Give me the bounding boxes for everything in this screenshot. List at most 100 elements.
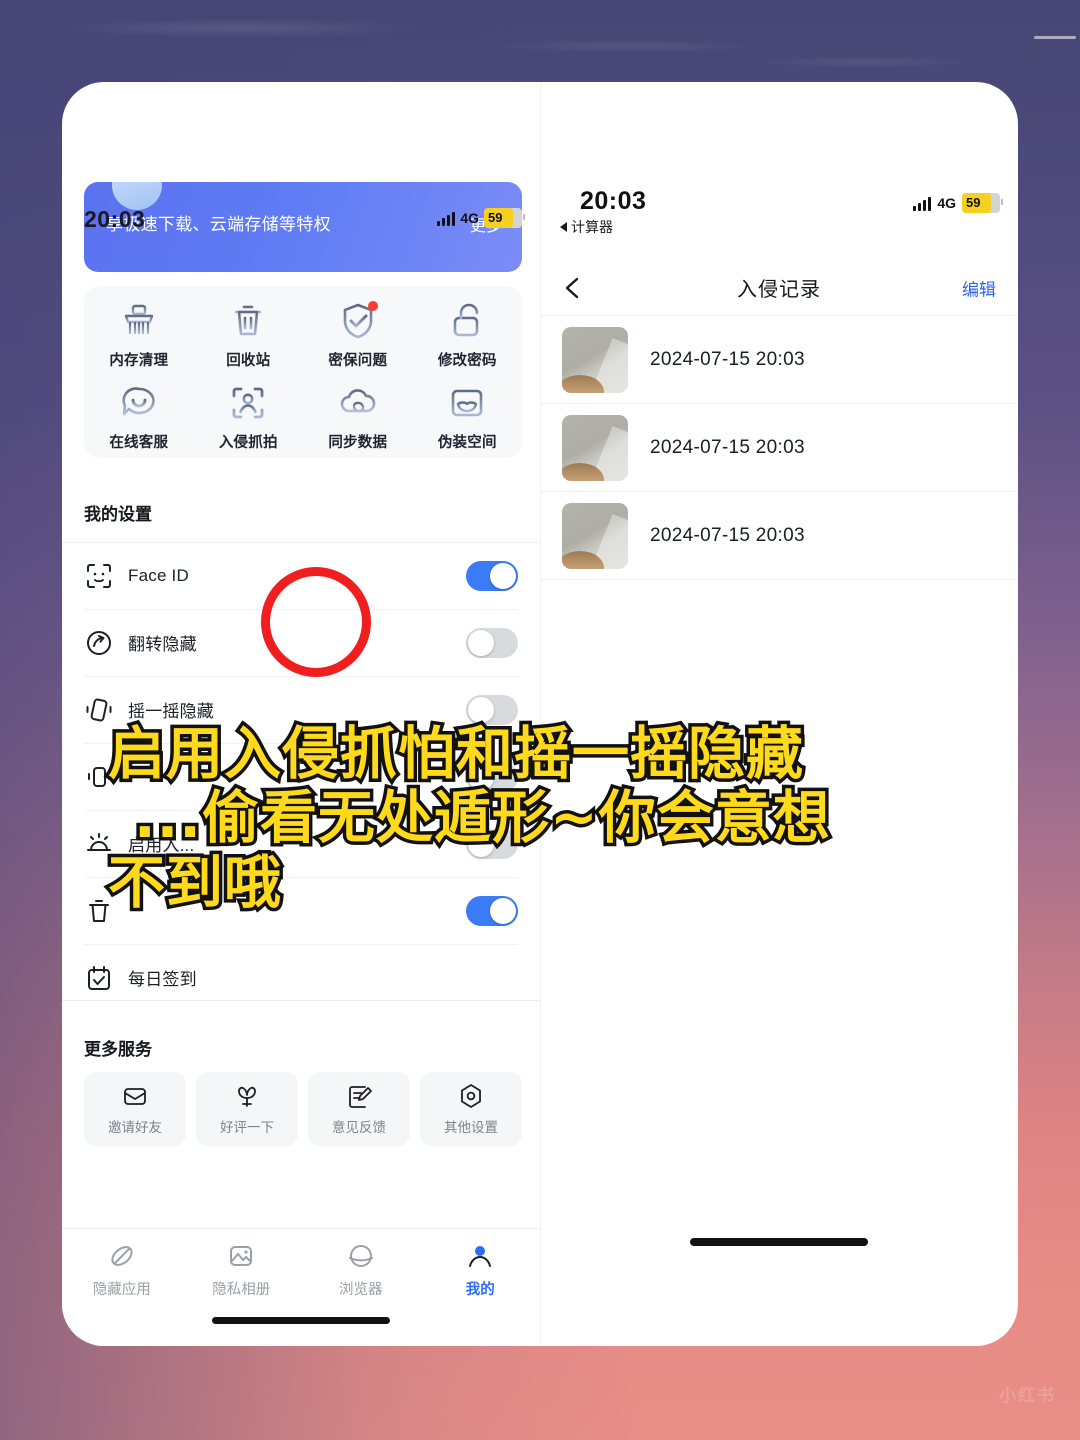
tab-label: 隐私相册 — [212, 1282, 271, 1298]
promo-avatar — [112, 182, 162, 210]
more-item-feedback[interactable]: 意见反馈 — [308, 1072, 410, 1146]
chevron-left-icon[interactable] — [560, 275, 586, 301]
intrusion-nav-bar: 入侵记录 编辑 — [540, 260, 1018, 316]
more-item-rate-app[interactable]: 好评一下 — [196, 1072, 298, 1146]
caption-line-3: 不到哦 — [105, 847, 285, 919]
cloud-sync-icon — [337, 382, 379, 424]
quick-action-change-password[interactable]: 修改密码 — [413, 300, 523, 370]
quick-action-memory-clean[interactable]: 内存清理 — [84, 300, 194, 370]
setting-toggle-face-id[interactable] — [466, 560, 518, 591]
right-home-indicator — [690, 1238, 868, 1246]
quick-actions-grid: 内存清理 回收站 密保问题 修改密码 在线客服 入侵抓拍 同步数据 伪装空间 — [84, 286, 522, 458]
more-item-label: 邀请好友 — [108, 1120, 162, 1135]
left-tab-bar: 隐藏应用 隐私相册 浏览器 我的 — [62, 1228, 540, 1346]
promo-banner-action[interactable]: 更多 — [470, 212, 502, 236]
more-item-invite-friends[interactable]: 邀请好友 — [84, 1072, 186, 1146]
left-phone-screen: 享极速下载、云端存储等特权 更多 20:03 4G 59 内存清理 回收站 密保… — [62, 82, 540, 1346]
more-item-other-settings[interactable]: 其他设置 — [420, 1072, 522, 1146]
quick-action-label: 修改密码 — [437, 353, 497, 369]
tab-profile[interactable]: 我的 — [421, 1229, 541, 1346]
edit-button[interactable]: 编辑 — [962, 275, 996, 300]
quick-grid-row-2: 在线客服 入侵抓拍 同步数据 伪装空间 — [84, 382, 522, 452]
right-status-indicators: 4G 59 — [913, 193, 1003, 213]
quick-action-label: 内存清理 — [109, 353, 169, 369]
quick-action-security-question[interactable]: 密保问题 — [303, 300, 413, 370]
promo-banner-text: 享极速下载、云端存储等特权 — [106, 215, 331, 234]
caption-line-2: ...偷看无处遁形~你会意想 — [131, 782, 834, 854]
triangle-left-icon — [560, 222, 567, 232]
quick-action-label: 入侵抓拍 — [218, 435, 278, 451]
left-home-indicator — [212, 1317, 390, 1324]
more-services-grid: 邀请好友 好评一下 意见反馈 其他设置 — [84, 1072, 522, 1146]
back-to-app-label: 计算器 — [571, 219, 613, 235]
network-type-label: 4G — [937, 195, 956, 211]
face-id-icon — [84, 561, 114, 591]
back-to-app-indicator[interactable]: 计算器 — [560, 217, 613, 237]
unlock-icon — [446, 300, 488, 342]
tab-label: 我的 — [465, 1282, 495, 1298]
shield-check-icon — [337, 300, 379, 342]
profile-icon — [465, 1241, 495, 1271]
face-capture-icon — [227, 382, 269, 424]
notification-badge-dot — [367, 301, 378, 311]
more-item-label: 好评一下 — [220, 1120, 274, 1135]
hex-gear-icon — [457, 1082, 485, 1110]
rotate-hide-icon — [84, 628, 114, 658]
setting-row-label: Face ID — [128, 565, 189, 585]
caption-overlay: 启用入侵抓怕和摇一摇隐藏 ...偷看无处遁形~你会意想 不到哦 — [105, 718, 1008, 919]
right-status-time: 20:03 — [580, 187, 647, 215]
intruder-photo-thumbnail[interactable] — [562, 503, 628, 569]
tab-label: 隐藏应用 — [92, 1282, 151, 1298]
shake-phone-icon — [84, 695, 114, 725]
caption-line-1: 启用入侵抓怕和摇一摇隐藏 — [105, 718, 807, 790]
private-album-icon — [226, 1241, 256, 1271]
battery-indicator: 59 — [962, 193, 1003, 213]
tab-private-album[interactable]: 隐私相册 — [182, 1229, 302, 1346]
envelope-icon — [121, 1082, 149, 1110]
tab-hidden-apps[interactable]: 隐藏应用 — [62, 1229, 182, 1346]
browser-icon — [346, 1241, 376, 1271]
setting-row-label: 翻转隐藏 — [128, 635, 197, 654]
chat-smile-icon — [118, 382, 160, 424]
quick-action-label: 在线客服 — [109, 435, 169, 451]
setting-toggle-shake-hide[interactable] — [466, 694, 518, 725]
dual-phone-panes: 享极速下载、云端存储等特权 更多 20:03 4G 59 内存清理 回收站 密保… — [62, 82, 1018, 1346]
settings-section-heading: 我的设置 — [84, 505, 152, 524]
table-row[interactable]: 2024-07-15 20:03 — [540, 404, 1018, 492]
quick-action-sync-data[interactable]: 同步数据 — [303, 382, 413, 452]
background-watermark: 小红书 — [999, 1386, 1056, 1405]
calendar-check-icon — [84, 963, 114, 993]
background-dash-mark — [1034, 36, 1076, 39]
flower-icon — [233, 1082, 261, 1110]
intruder-photo-thumbnail[interactable] — [562, 415, 628, 481]
intruder-photo-thumbnail[interactable] — [562, 327, 628, 393]
tab-browser[interactable]: 浏览器 — [301, 1229, 421, 1346]
broom-icon — [118, 300, 160, 342]
quick-action-disguise-space[interactable]: 伪装空间 — [413, 382, 523, 452]
tab-label: 浏览器 — [339, 1282, 383, 1298]
promo-banner[interactable]: 享极速下载、云端存储等特权 更多 — [84, 182, 522, 272]
quick-action-online-support[interactable]: 在线客服 — [84, 382, 194, 452]
table-row[interactable]: 2024-07-15 20:03 — [540, 316, 1018, 404]
more-item-label: 其他设置 — [444, 1120, 498, 1135]
right-phone-screen: 20:03 计算器 4G 59 入侵记录 编辑 2024-07-15 20:03… — [540, 82, 1018, 1346]
more-item-label: 意见反馈 — [332, 1120, 386, 1135]
setting-toggle-flip-hide[interactable] — [466, 627, 518, 658]
quick-action-label: 伪装空间 — [437, 435, 497, 451]
trash-icon — [227, 300, 269, 342]
quick-action-label: 同步数据 — [328, 435, 388, 451]
table-row[interactable]: 2024-07-15 20:03 — [540, 492, 1018, 580]
record-datetime: 2024-07-15 20:03 — [650, 437, 805, 458]
intrusion-record-list: 2024-07-15 20:03 2024-07-15 20:03 2024-0… — [540, 316, 1018, 580]
more-section-divider — [62, 1000, 540, 1001]
setting-row-label: 摇一摇隐藏 — [128, 702, 214, 721]
record-datetime: 2024-07-15 20:03 — [650, 349, 805, 370]
screenshot-card: 享极速下载、云端存储等特权 更多 20:03 4G 59 内存清理 回收站 密保… — [62, 82, 1018, 1346]
right-status-bar: 20:03 计算器 4G 59 — [540, 187, 1018, 235]
quick-action-label: 密保问题 — [328, 353, 388, 369]
page-title: 入侵记录 — [737, 279, 821, 301]
hidden-apps-icon — [107, 1241, 137, 1271]
quick-action-recycle-bin[interactable]: 回收站 — [194, 300, 304, 370]
quick-grid-row-1: 内存清理 回收站 密保问题 修改密码 — [84, 300, 522, 370]
quick-action-intruder-capture[interactable]: 入侵抓拍 — [194, 382, 304, 452]
